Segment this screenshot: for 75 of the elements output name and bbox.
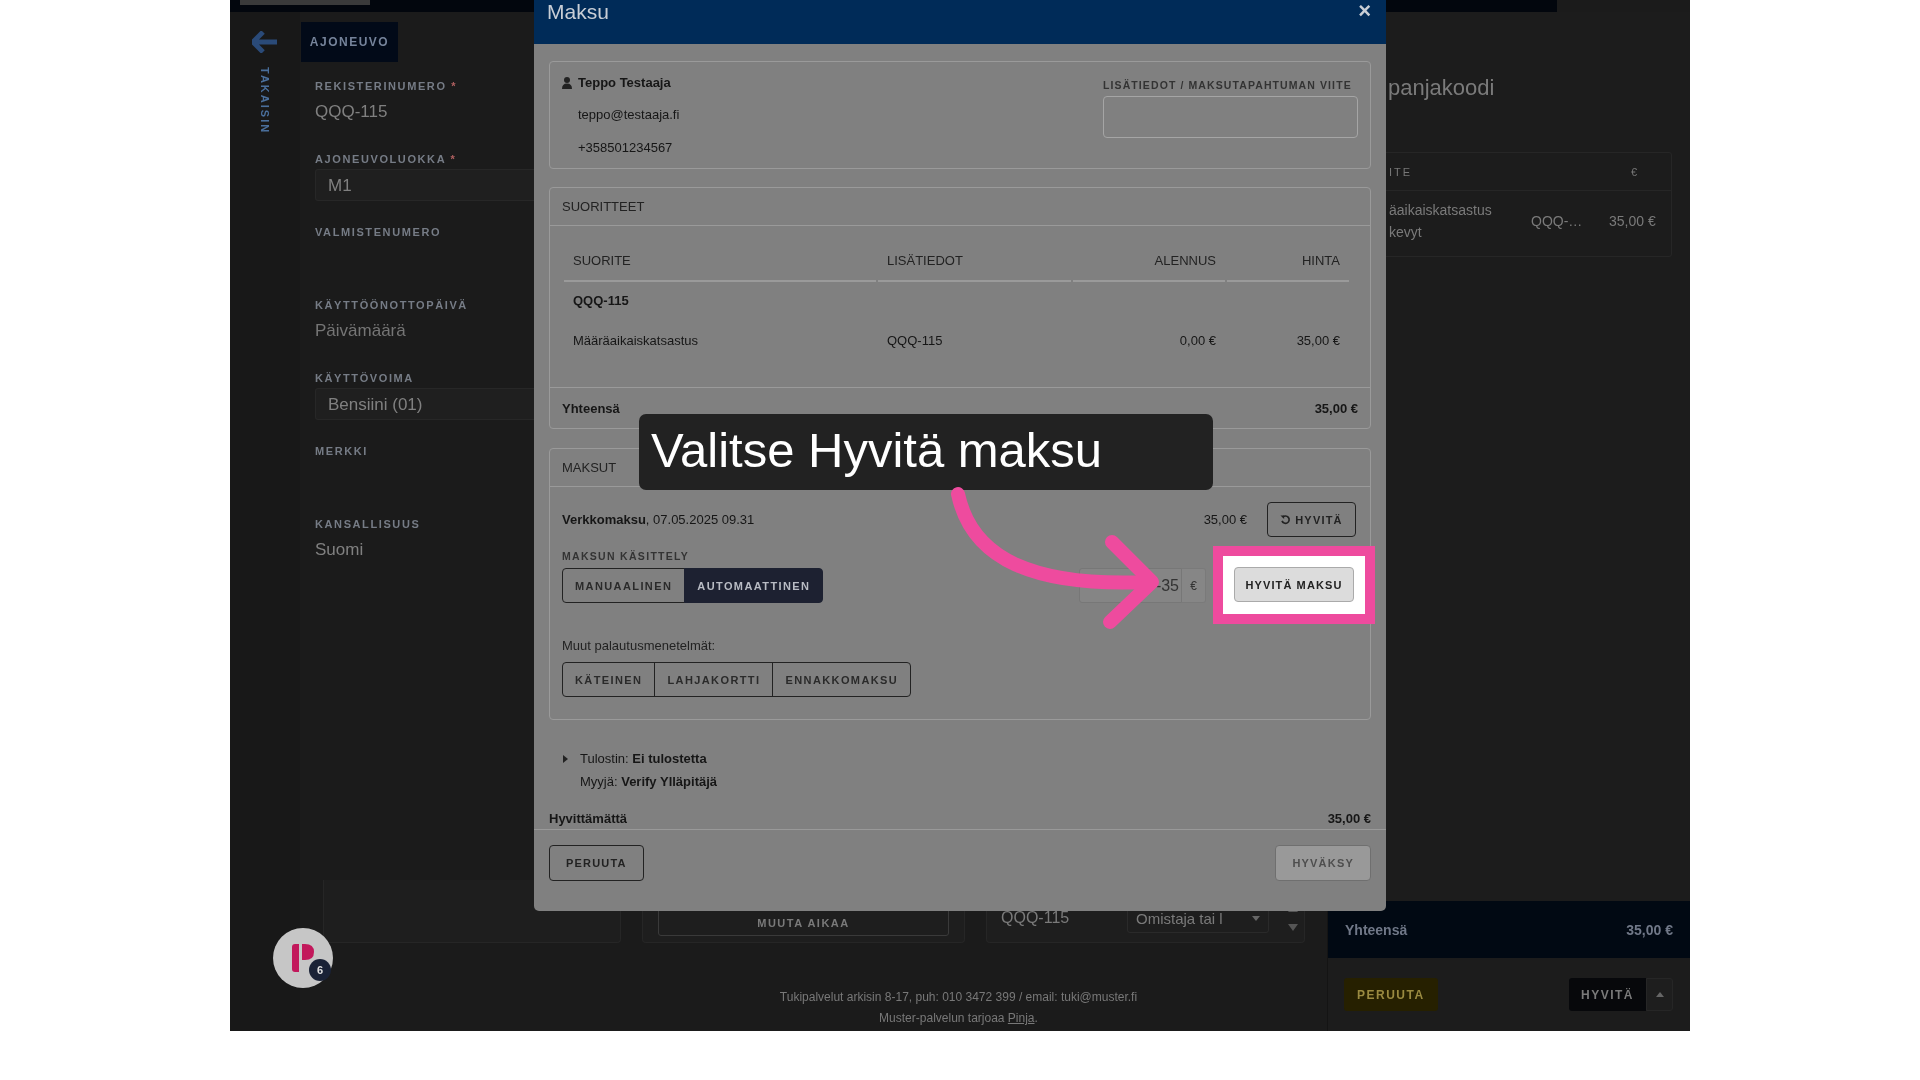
method-button[interactable]: KÄTEINEN — [562, 662, 656, 697]
column-header: LISÄTIEDOT — [878, 240, 1071, 282]
table-cell-text: 35,00 € — [1295, 332, 1341, 348]
field-label: REKISTERINUMERO — [315, 80, 447, 92]
vehicle-tab[interactable]: AJONEUVO — [301, 22, 398, 62]
plate-text: QQQ-115 — [1001, 909, 1071, 927]
panel-title: SUORITTEET — [562, 199, 645, 214]
required-mark: * — [450, 153, 457, 165]
unrefunded-amount: 35,00 € — [1327, 811, 1371, 826]
column-header: € — [1630, 165, 1639, 178]
provider-text: Muster-palvelun tarjoaa Pinja. — [878, 1010, 1039, 1027]
field-label: KÄYTTÖÖNOTTOPÄIVÄ — [315, 299, 468, 311]
toggle-option[interactable]: AUTOMAATTINEN — [684, 568, 824, 603]
caret-icon — [1655, 992, 1664, 997]
method-button[interactable]: ENNAKKOMAKSU — [772, 662, 912, 697]
panel-heading: panjakoodi — [1388, 75, 1495, 101]
logo-icon — [290, 943, 316, 973]
field-label: LISÄTIEDOT / MAKSUTAPAHTUMAN VIITE — [1103, 79, 1353, 91]
undo-icon — [1280, 514, 1292, 525]
field-label: KANSALLISUUS — [315, 518, 421, 530]
detail-text: Myyjä: Verify Ylläpitäjä — [580, 773, 718, 791]
refund-button[interactable]: HYVITÄ — [1267, 502, 1356, 537]
field-label: MERKKI — [315, 445, 368, 457]
detail-text: Tulostin: Ei tulostetta — [580, 750, 707, 768]
currency-label: € — [1182, 568, 1206, 603]
payment-text: Verkkomaksu, 07.05.2025 09.31 — [562, 512, 755, 527]
field-label: VALMISTENUMERO — [315, 226, 442, 238]
table-cell-text: QQQ-… — [1531, 212, 1584, 231]
group-title: QQQ-115 — [573, 292, 629, 308]
close-button[interactable]: × — [1358, 0, 1371, 44]
customer-name: Teppo Testaaja — [578, 75, 672, 92]
refund-button[interactable]: HYVITÄ — [1569, 978, 1646, 1011]
customer-email: teppo@testaaja.fi — [578, 107, 680, 125]
cancel-button[interactable]: PERUUTA — [549, 845, 644, 881]
select-field[interactable]: Bensiini (01) — [315, 388, 534, 420]
table-cell-text: QQQ-115 — [886, 332, 944, 348]
panel-title: MAKSUT — [562, 460, 617, 475]
total-label: Yhteensä — [562, 400, 620, 416]
caret-icon — [1252, 915, 1260, 921]
payment-amount: 35,00 € — [1203, 512, 1247, 527]
field-value: QQQ-115 — [315, 102, 388, 122]
dialog-title: Maksu — [547, 0, 609, 25]
field-label: AJONEUVOLUOKKA — [315, 153, 446, 165]
customer-phone: +358501234567 — [578, 139, 674, 157]
methods-label: Muut palautusmenetelmät: — [562, 638, 717, 654]
back-arrow-icon[interactable] — [252, 31, 278, 53]
cancel-button[interactable]: PERUUTA — [1344, 978, 1438, 1011]
person-icon — [562, 77, 572, 89]
required-mark: * — [451, 80, 458, 92]
column-header: HINTA — [1227, 240, 1349, 282]
total-amount: 35,00 € — [1626, 921, 1673, 938]
table-cell-text: 35,00 € — [1609, 212, 1656, 231]
tooltip-callout: Valitse Hyvitä maksu — [639, 414, 1213, 490]
table-cell-text: 0,00 € — [1178, 332, 1217, 348]
column-header: ITE — [1389, 165, 1413, 178]
column-header: SUORITE — [564, 240, 876, 282]
date-field[interactable]: Päivämäärä — [315, 321, 406, 341]
field-value: Suomi — [315, 540, 364, 560]
total-amount: 35,00 € — [1314, 400, 1358, 416]
support-text: Tukipalvelut arkisin 8-17, puh: 010 3472 399 / email: tuki@muster.fi — [778, 989, 1139, 1006]
dropdown-button[interactable] — [1646, 978, 1673, 1011]
refund-payment-button[interactable]: HYVITÄ MAKSU — [1234, 567, 1354, 602]
table-cell-text: äaikaiskatsastus kevyt — [1389, 201, 1493, 242]
unrefunded-label: Hyvittämättä — [549, 811, 628, 826]
method-button[interactable]: LAHJAKORTTI — [654, 662, 774, 697]
back-label[interactable]: TAKAISIN — [259, 67, 271, 135]
column-header: ALENNUS — [1073, 240, 1225, 282]
select-field[interactable]: M1 — [315, 169, 534, 201]
table-cell-text: Määräaikaiskatsastus — [572, 332, 699, 348]
field-label: KÄYTTÖVOIMA — [315, 372, 414, 384]
expand-caret-icon[interactable] — [563, 754, 568, 763]
total-label: Yhteensä — [1345, 921, 1408, 938]
input-field[interactable] — [1103, 96, 1358, 138]
provider-link[interactable]: Pinja — [1007, 1011, 1035, 1025]
field-label: MAKSUN KÄSITTELY — [562, 550, 691, 562]
